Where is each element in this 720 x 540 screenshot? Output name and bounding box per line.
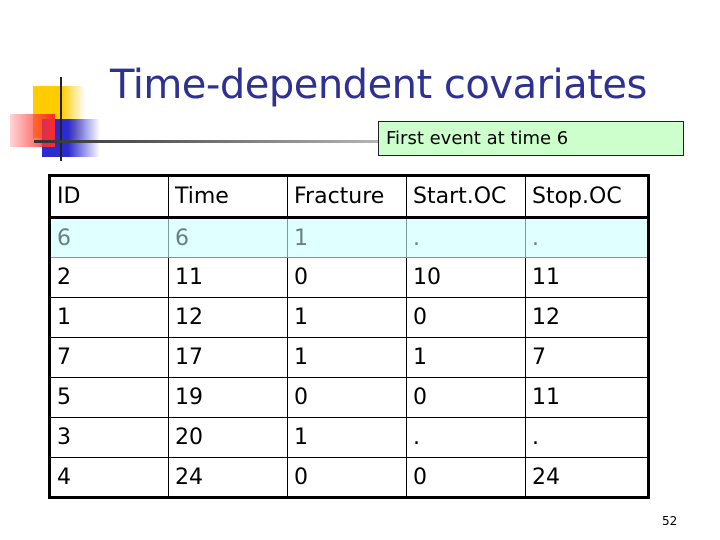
callout-box: First event at time 6 bbox=[378, 121, 684, 156]
table-cell: . bbox=[525, 417, 649, 458]
table-row: 1 12 1 0 12 bbox=[49, 297, 649, 338]
table-cell: 6 bbox=[168, 217, 288, 258]
header-cell: Fracture bbox=[287, 175, 407, 219]
header-cell: Time bbox=[168, 175, 288, 219]
table-cell: 20 bbox=[168, 417, 288, 458]
table-cell: 7 bbox=[525, 337, 649, 378]
data-table: ID Time Fracture Start.OC Stop.OC 661..2… bbox=[48, 174, 650, 499]
table-cell: 11 bbox=[168, 257, 288, 298]
table-cell: 1 bbox=[287, 417, 407, 458]
table-cell: 11 bbox=[525, 377, 649, 418]
table-row: 3 20 1.. bbox=[49, 417, 649, 458]
table-row: 4 24 0 0 24 bbox=[49, 457, 649, 498]
table-cell: 0 bbox=[287, 257, 407, 298]
table-cell: . bbox=[406, 417, 526, 458]
header-cell: Stop.OC bbox=[525, 175, 649, 219]
table-cell: 4 bbox=[49, 457, 169, 498]
logo-vertical-line bbox=[60, 77, 62, 161]
table-cell: 0 bbox=[406, 377, 526, 418]
table-cell: 1 bbox=[287, 297, 407, 338]
table-cell: 24 bbox=[168, 457, 288, 498]
table-cell: 17 bbox=[168, 337, 288, 378]
table-cell: 11 bbox=[525, 257, 649, 298]
table-cell: 0 bbox=[287, 457, 407, 498]
table-cell: 0 bbox=[406, 297, 526, 338]
table-cell: 6 bbox=[49, 217, 169, 258]
table-cell: 12 bbox=[168, 297, 288, 338]
table-cell: 3 bbox=[49, 417, 169, 458]
table-row-highlighted: 661.. bbox=[49, 217, 649, 258]
table-cell: 1 bbox=[287, 217, 407, 258]
table-row: 7 17 1 1 7 bbox=[49, 337, 649, 378]
table-cell: 19 bbox=[168, 377, 288, 418]
table-header-row: ID Time Fracture Start.OC Stop.OC bbox=[49, 175, 649, 219]
table-cell: 0 bbox=[287, 377, 407, 418]
page-number: 52 bbox=[662, 514, 678, 528]
table-cell: . bbox=[525, 217, 649, 258]
table-cell: 12 bbox=[525, 297, 649, 338]
table-cell: . bbox=[406, 217, 526, 258]
table-row: 2 11 0 10 11 bbox=[49, 257, 649, 298]
table-row: 5 19 0 0 11 bbox=[49, 377, 649, 418]
slide-title: Time-dependent covariates bbox=[110, 62, 647, 108]
table-cell: 2 bbox=[49, 257, 169, 298]
header-cell: Start.OC bbox=[406, 175, 526, 219]
table-cell: 7 bbox=[49, 337, 169, 378]
table-cell: 10 bbox=[406, 257, 526, 298]
table-cell: 24 bbox=[525, 457, 649, 498]
table-cell: 1 bbox=[49, 297, 169, 338]
header-cell: ID bbox=[49, 175, 169, 219]
table-cell: 5 bbox=[49, 377, 169, 418]
table-cell: 0 bbox=[406, 457, 526, 498]
table-cell: 1 bbox=[287, 337, 407, 378]
table-cell: 1 bbox=[406, 337, 526, 378]
title-underline bbox=[34, 140, 394, 143]
